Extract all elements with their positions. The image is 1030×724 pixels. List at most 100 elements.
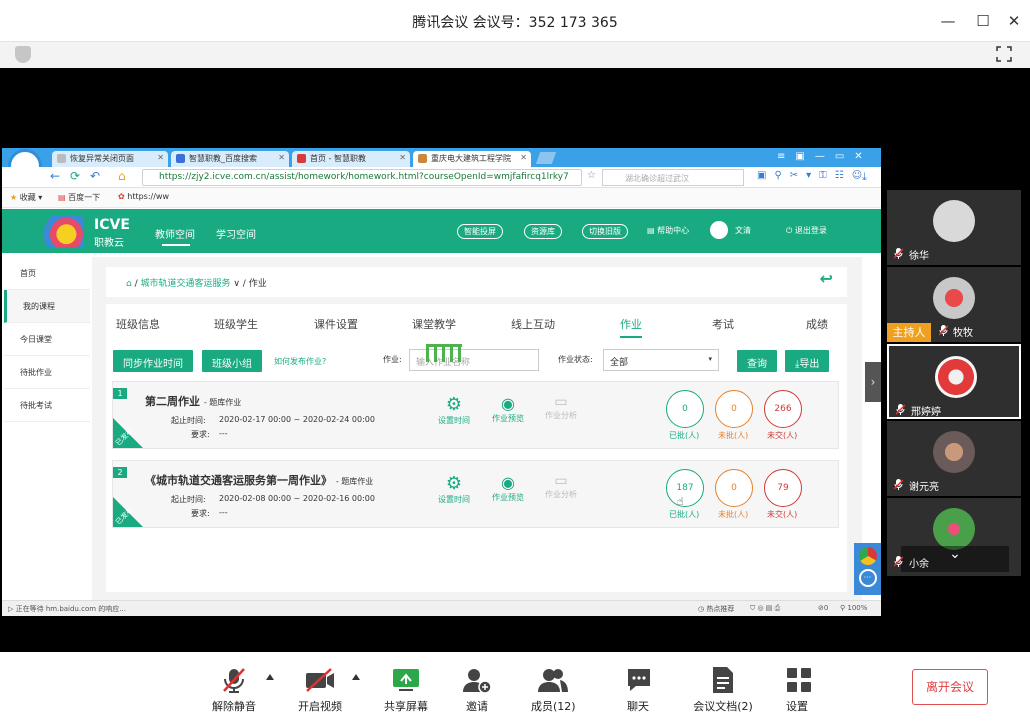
homework-title[interactable]: 第二周作业 - 题库作业 [145, 393, 241, 409]
graded-label: 已批(人) [669, 431, 700, 440]
extension-icons[interactable]: ▣⚲✂▾⚿☷☺ [757, 170, 870, 181]
homework-title[interactable]: 《城市轨道交通客运服务第一周作业》 - 题库作业 [145, 472, 373, 488]
export-button[interactable]: ⤓导出 [785, 350, 830, 372]
back-icon[interactable]: ← [50, 169, 60, 183]
sidebar-item-my-courses[interactable]: 我的课程 [4, 290, 90, 323]
participant-name: 小余 [909, 559, 929, 570]
smart-cast-button[interactable]: 智能投屏 [457, 224, 503, 239]
analysis-action[interactable]: ▭ 作业分析 [538, 473, 584, 500]
tab-exam[interactable]: 考试 [712, 316, 734, 332]
hot-news[interactable]: ◷ 热点推荐 [698, 604, 734, 614]
preview-action[interactable]: ◉ 作业预览 [485, 394, 531, 424]
participant-tile[interactable]: ⌄ 小余 [887, 498, 1021, 576]
bookmark-link[interactable]: ✿ https://ww [118, 192, 169, 201]
browser-tab[interactable]: 恢复异常关闭页面 ✕ [52, 151, 168, 167]
resource-library-button[interactable]: 资源库 [524, 224, 562, 239]
howto-link[interactable]: 如何发布作业? [274, 356, 326, 367]
avatar [933, 200, 975, 242]
user-avatar[interactable] [710, 221, 728, 239]
user-name[interactable]: 文清 [735, 225, 751, 236]
requirement-value: --- [219, 429, 228, 438]
browser-tab-active[interactable]: 重庆电大建筑工程学院 ✕ [413, 151, 531, 167]
share-screen-button[interactable]: 共享屏幕 [383, 666, 429, 714]
members-button[interactable]: 成员(12) [531, 666, 576, 714]
browser-tab[interactable]: 首页 - 智慧职教 ✕ [292, 151, 410, 167]
preview-action[interactable]: ◉ 作业预览 [485, 473, 531, 503]
unsubmitted-count[interactable]: 79 [764, 469, 802, 507]
maximize-button[interactable]: ☐ [972, 10, 994, 32]
chat-bubble-icon[interactable]: ··· [858, 569, 877, 587]
security-shield-icon[interactable] [15, 46, 31, 63]
left-sidebar: 首页 我的课程 今日课堂 待批作业 待批考试 [4, 257, 90, 602]
ungraded-count[interactable]: 0 [715, 390, 753, 428]
sidebar-item-pending-homework[interactable]: 待批作业 [4, 356, 90, 389]
new-tab-button[interactable] [535, 152, 557, 164]
tab-online[interactable]: 线上互动 [511, 316, 555, 332]
set-time-action[interactable]: ⚙ 设置时间 [431, 473, 477, 505]
participant-tile[interactable]: 徐华 [887, 190, 1021, 265]
analysis-action[interactable]: ▭ 作业分析 [538, 394, 584, 421]
unsubmitted-count[interactable]: 266 [764, 390, 802, 428]
window-title: 腾讯会议 会议号：352 173 365 [412, 15, 618, 31]
set-time-action[interactable]: ⚙ 设置时间 [431, 394, 477, 426]
tab-courseware[interactable]: 课件设置 [314, 316, 358, 332]
fullscreen-icon[interactable] [996, 46, 1012, 62]
sidebar-item-pending-exam[interactable]: 待批考试 [4, 389, 90, 422]
tab-classroom[interactable]: 课堂教学 [412, 316, 456, 332]
window-controls[interactable]: ≡▣—▭✕ [777, 151, 873, 162]
chrome-icon[interactable] [858, 547, 877, 565]
return-icon[interactable]: ↩ [820, 269, 833, 288]
bookmark-favorites[interactable]: ★ 收藏 ▾ [10, 192, 42, 203]
video-options-chevron-icon[interactable] [352, 674, 360, 680]
sidebar-item-today-class[interactable]: 今日课堂 [4, 323, 90, 356]
browser-statusbar: ▷ 正在等待 hm.baidu.com 的响应... ◷ 热点推荐 ⛉ ◎ ▤ … [2, 600, 881, 616]
graded-count[interactable]: 187 [666, 469, 704, 507]
mic-muted-icon [223, 668, 245, 693]
chat-button[interactable]: 聊天 [625, 666, 651, 714]
tab-grades[interactable]: 成绩 [806, 316, 828, 332]
participant-tile-selected[interactable]: 邢婷婷 [887, 344, 1021, 419]
sync-time-button[interactable]: 同步作业时间 [113, 350, 193, 372]
audio-options-chevron-icon[interactable] [266, 674, 274, 680]
url-field[interactable]: https://zjy2.icve.com.cn/assist/homework… [142, 169, 582, 186]
unmute-button[interactable]: 解除静音 [212, 666, 256, 714]
nav-teacher-space[interactable]: 教师空间 [155, 226, 195, 241]
home-icon[interactable]: ⌂ [118, 169, 126, 183]
logout-link[interactable]: ⏻ 退出登录 [786, 225, 827, 236]
tab-homework[interactable]: 作业 [620, 316, 642, 338]
help-center-link[interactable]: ▤ 帮助中心 [647, 225, 689, 236]
address-bar: ← ⟳ ↶ ⌂ https://zjy2.icve.com.cn/assist/… [2, 167, 881, 188]
home-icon[interactable]: ⌂ [126, 279, 132, 289]
status-icons[interactable]: ⛉ ◎ ▤ ⎙ [750, 604, 780, 613]
tab-class-info[interactable]: 班级信息 [116, 316, 160, 332]
participant-tile[interactable]: 谢元亮 [887, 421, 1021, 496]
zoom-level[interactable]: ⚲ 100% [840, 604, 867, 612]
requirement-label: 要求: [191, 509, 210, 518]
participant-tile[interactable]: 主持人 牧牧 [887, 267, 1021, 342]
tab-class-students[interactable]: 班级学生 [214, 316, 258, 332]
bookmark-star-icon[interactable]: ☆ [587, 170, 596, 181]
close-button[interactable]: ✕ [1003, 10, 1025, 32]
class-group-button[interactable]: 班级小组 [202, 350, 262, 372]
query-button[interactable]: 查询 [737, 350, 777, 372]
leave-meeting-button[interactable]: 离开会议 [912, 669, 988, 705]
download-icon[interactable]: ⤓ [862, 170, 867, 184]
bookmark-baidu[interactable]: ▤ 百度一下 [58, 192, 100, 203]
invite-button[interactable]: 邀请 [462, 666, 492, 714]
nav-study-space[interactable]: 学习空间 [216, 226, 256, 241]
minimize-button[interactable]: — [937, 10, 959, 32]
breadcrumb-course[interactable]: 城市轨道交通客运服务 [140, 279, 230, 289]
browser-search-field[interactable]: 湖北确诊超过武汉 [602, 169, 744, 186]
graded-count[interactable]: 0 [666, 390, 704, 428]
switch-old-version-button[interactable]: 切换旧版 [582, 224, 628, 239]
status-select[interactable]: 全部 ▾ [603, 349, 719, 371]
meeting-docs-button[interactable]: 会议文档(2) [693, 666, 753, 714]
panel-toggle-arrow[interactable]: › [865, 362, 881, 402]
undo-icon[interactable]: ↶ [90, 169, 100, 183]
browser-tab[interactable]: 智慧职教_百度搜索 ✕ [171, 151, 289, 167]
settings-button[interactable]: 设置 [785, 666, 811, 714]
refresh-icon[interactable]: ⟳ [70, 169, 80, 183]
sidebar-item-home[interactable]: 首页 [4, 257, 90, 290]
ungraded-count[interactable]: 0 [715, 469, 753, 507]
start-video-button[interactable]: 开启视频 [296, 666, 344, 714]
